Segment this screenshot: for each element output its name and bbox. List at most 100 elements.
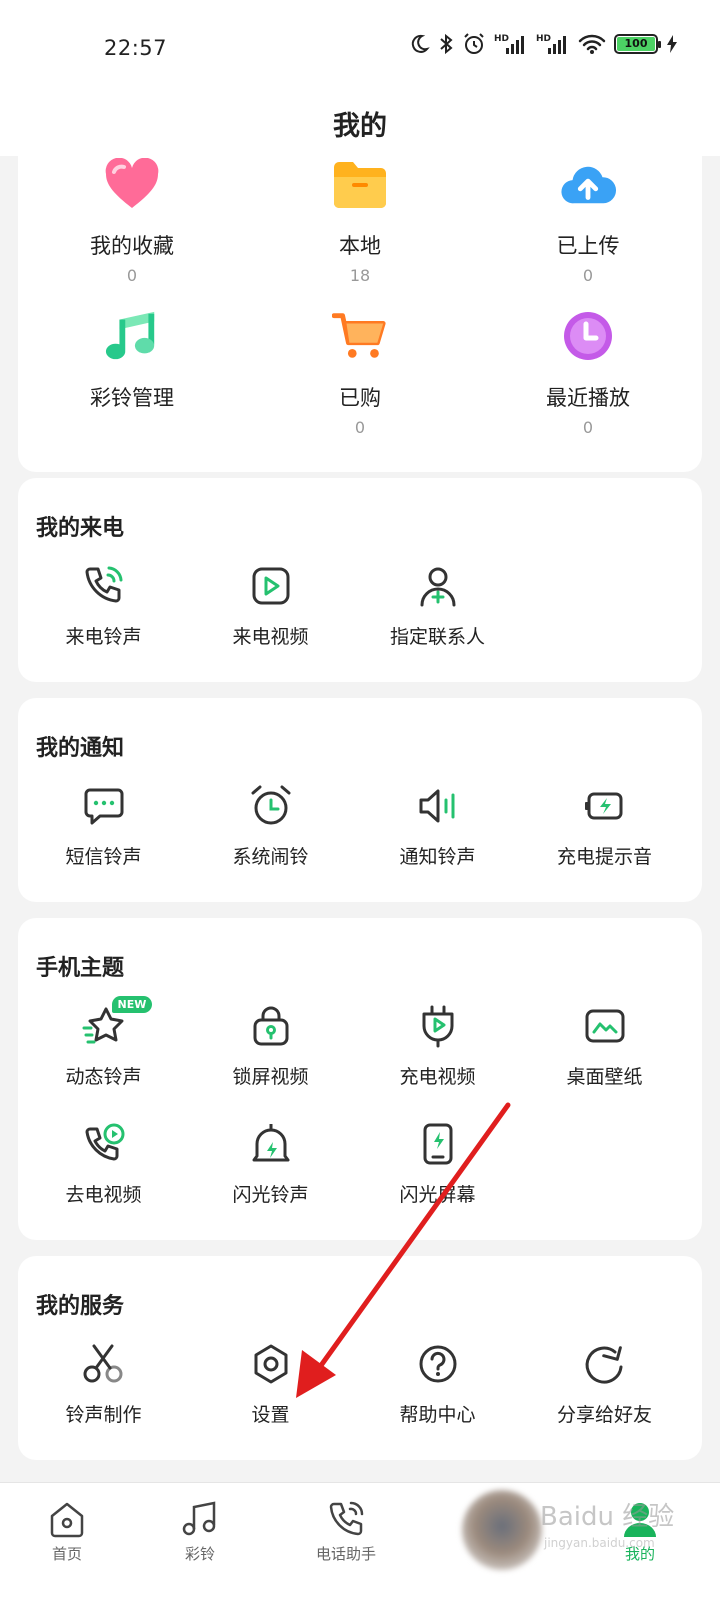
signal-hd-icon-1: HD <box>494 34 524 54</box>
purchased-label: 已购 <box>339 386 381 410</box>
assign-contact-label: 指定联系人 <box>389 626 485 648</box>
flash-screen-item[interactable]: 闪光屏幕 <box>352 1122 523 1207</box>
help-center-label: 帮助中心 <box>399 1404 476 1426</box>
phone-theme-card: 手机主题 NEW 动态铃声 锁屏视频 充电视频 桌面壁纸 去电视频 闪光铃声 闪… <box>18 918 702 1240</box>
flash-screen-label: 闪光屏幕 <box>399 1184 476 1206</box>
charge-sound-label: 充电提示音 <box>556 846 652 868</box>
ringback-manage-label: 彩铃管理 <box>90 386 174 410</box>
status-time: 22:57 <box>104 36 168 60</box>
incoming-video-item[interactable]: 来电视频 <box>185 564 356 649</box>
notify-ringtone-item[interactable]: 通知铃声 <box>352 784 523 869</box>
star-icon: NEW <box>82 996 153 1048</box>
plug-icon <box>416 1004 460 1048</box>
wallpaper-item[interactable]: 桌面壁纸 <box>519 1004 690 1089</box>
tab-phone-assistant-label: 电话助手 <box>315 1545 376 1563</box>
my-library-card: 我的收藏 0 本地 18 已上传 0 彩铃管理 已购 0 最近播放 0 <box>18 152 702 472</box>
share-friends-label: 分享给好友 <box>556 1404 652 1426</box>
system-alarm-label: 系统闹铃 <box>232 846 309 868</box>
flash-ringtone-item[interactable]: 闪光铃声 <box>185 1122 356 1207</box>
tab-ringback-label: 彩铃 <box>184 1545 215 1563</box>
alarm-icon <box>464 33 484 54</box>
ringback-manage-item[interactable]: 彩铃管理 <box>18 308 246 412</box>
image-icon <box>583 1004 627 1048</box>
tab-home[interactable]: 首页 <box>7 1499 127 1564</box>
tab-phone-assistant[interactable]: 电话助手 <box>286 1499 406 1564</box>
new-badge: NEW <box>111 996 153 1013</box>
wifi-icon <box>578 34 606 54</box>
recent-play-label: 最近播放 <box>546 386 630 410</box>
video-play-icon <box>249 564 293 608</box>
alarm-clock-icon <box>249 784 293 828</box>
recent-play-item[interactable]: 最近播放 0 <box>474 308 702 437</box>
tab-home-label: 首页 <box>51 1545 82 1563</box>
music-icon <box>182 1501 216 1536</box>
dynamic-ringtone-item[interactable]: NEW 动态铃声 <box>18 996 189 1089</box>
outgoing-video-item[interactable]: 去电视频 <box>18 1122 189 1207</box>
uploaded-count: 0 <box>582 266 594 285</box>
clock-icon <box>560 308 616 364</box>
music-note-icon <box>104 308 160 364</box>
hd-label-2: HD <box>536 34 551 44</box>
bell-flash-icon <box>249 1122 293 1166</box>
help-center-item[interactable]: 帮助中心 <box>352 1342 523 1427</box>
charging-video-item[interactable]: 充电视频 <box>352 1004 523 1089</box>
uploaded-label: 已上传 <box>556 234 620 258</box>
settings-item[interactable]: 设置 <box>185 1342 356 1427</box>
blurred-avatar <box>462 1490 542 1570</box>
assign-contact-item[interactable]: 指定联系人 <box>352 564 523 649</box>
lockscreen-video-item[interactable]: 锁屏视频 <box>185 1004 356 1089</box>
watermark-url: jingyan.baidu.com <box>543 1536 655 1550</box>
share-arrow-icon <box>583 1342 627 1386</box>
signal-hd-icon-2: HD <box>536 34 566 54</box>
phone-icon <box>329 1501 364 1536</box>
share-friends-item[interactable]: 分享给好友 <box>519 1342 690 1427</box>
flash-ringtone-label: 闪光铃声 <box>232 1184 309 1206</box>
notification-title: 我的通知 <box>36 736 125 761</box>
phone-video-icon <box>82 1122 126 1166</box>
tab-ringback[interactable]: 彩铃 <box>140 1499 260 1564</box>
moon-icon <box>411 34 430 53</box>
sms-ringtone-label: 短信铃声 <box>65 846 142 868</box>
phone-ringing-icon <box>82 564 126 608</box>
sms-ringtone-item[interactable]: 短信铃声 <box>18 784 189 869</box>
charging-icon <box>667 35 677 53</box>
system-alarm-item[interactable]: 系统闹铃 <box>185 784 356 869</box>
local-item[interactable]: 本地 18 <box>246 156 474 285</box>
cloud-upload-icon <box>560 156 616 212</box>
lockscreen-video-label: 锁屏视频 <box>232 1066 309 1088</box>
baidu-watermark: Baidu 经验 jingyan.baidu.com <box>540 1502 674 1550</box>
incoming-ringtone-label: 来电铃声 <box>65 626 142 648</box>
notification-card: 我的通知 短信铃声 系统闹铃 通知铃声 充电提示音 <box>18 698 702 902</box>
phone-flash-icon <box>416 1122 460 1166</box>
speaker-icon <box>416 784 460 828</box>
hd-label-1: HD <box>494 34 509 44</box>
dynamic-ringtone-label: 动态铃声 <box>65 1066 142 1088</box>
favorites-item[interactable]: 我的收藏 0 <box>18 156 246 285</box>
favorites-count: 0 <box>126 266 138 285</box>
charging-video-label: 充电视频 <box>399 1066 476 1088</box>
ringtone-maker-label: 铃声制作 <box>65 1404 142 1426</box>
favorites-label: 我的收藏 <box>90 234 174 258</box>
ringtone-maker-item[interactable]: 铃声制作 <box>18 1342 189 1427</box>
page-header: 我的 <box>0 90 720 156</box>
watermark-text: Baidu 经验 <box>540 1502 674 1532</box>
service-title: 我的服务 <box>36 1294 125 1319</box>
purchased-item[interactable]: 已购 0 <box>246 308 474 437</box>
settings-label: 设置 <box>251 1404 290 1426</box>
charge-sound-item[interactable]: 充电提示音 <box>519 784 690 869</box>
local-count: 18 <box>349 266 371 285</box>
local-label: 本地 <box>339 234 381 258</box>
wallpaper-label: 桌面壁纸 <box>566 1066 643 1088</box>
cart-icon <box>332 308 388 364</box>
incoming-ringtone-item[interactable]: 来电铃声 <box>18 564 189 649</box>
outgoing-video-label: 去电视频 <box>65 1184 142 1206</box>
uploaded-item[interactable]: 已上传 0 <box>474 156 702 285</box>
incoming-call-card: 我的来电 来电铃声 来电视频 指定联系人 <box>18 478 702 682</box>
battery-level: 100 <box>624 37 648 50</box>
battery-charge-icon <box>583 784 627 828</box>
incoming-call-title: 我的来电 <box>36 516 125 541</box>
status-icons: HD HD 100 <box>408 32 678 56</box>
battery-icon: 100 <box>614 34 661 54</box>
bluetooth-icon <box>440 33 453 55</box>
incoming-video-label: 来电视频 <box>232 626 309 648</box>
